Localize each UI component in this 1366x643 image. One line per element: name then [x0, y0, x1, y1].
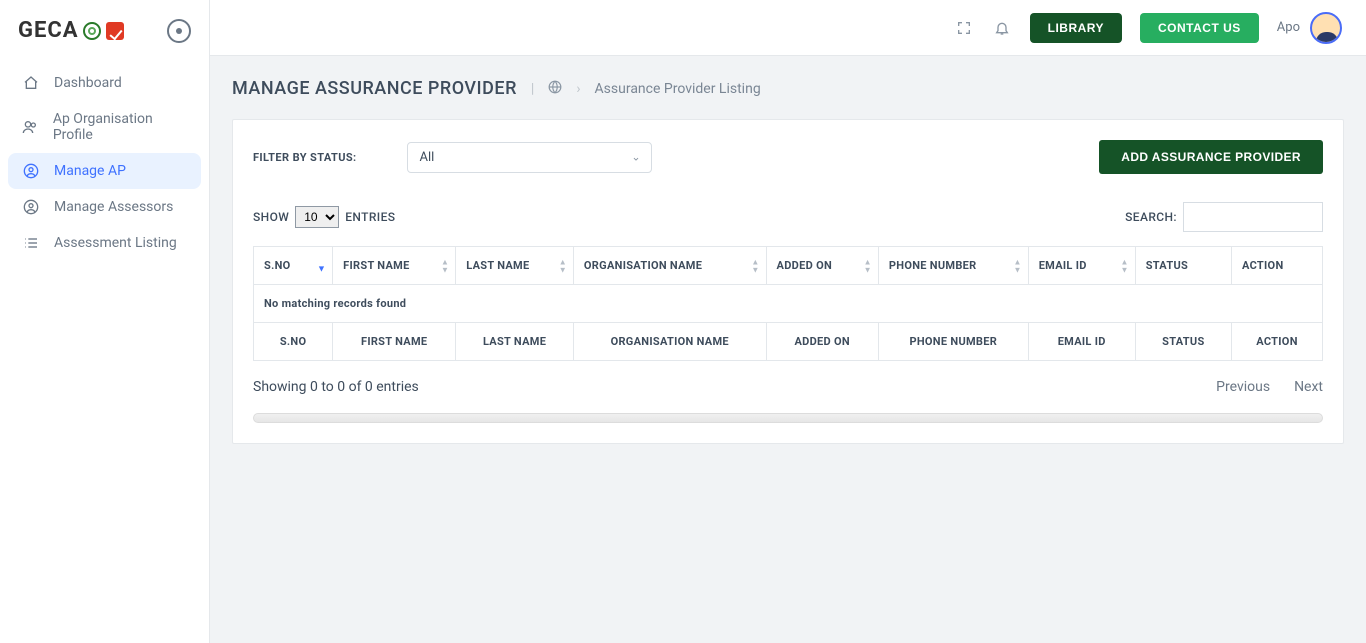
- table-info: Showing 0 to 0 of 0 entries: [253, 379, 419, 395]
- filter-row: FILTER BY STATUS: All ⌄ ADD ASSURANCE PR…: [253, 140, 1323, 174]
- contact-us-button[interactable]: CONTACT US: [1140, 13, 1259, 43]
- list-icon: [22, 235, 40, 251]
- next-page[interactable]: Next: [1294, 379, 1323, 395]
- table-header-row: S.NO▲▼ FIRST NAME▲▼ LAST NAME▲▼ ORGANISA…: [254, 247, 1323, 285]
- sidebar-item-assessment-listing[interactable]: Assessment Listing: [8, 225, 201, 261]
- foot-phone: PHONE NUMBER: [878, 323, 1028, 361]
- sidebar-item-label: Manage AP: [54, 163, 126, 179]
- sidebar-item-label: Assessment Listing: [54, 235, 177, 251]
- show-entries: SHOW 10 ENTRIES: [253, 206, 395, 228]
- status-filter-select[interactable]: All ⌄: [407, 142, 652, 173]
- col-email[interactable]: EMAIL ID▲▼: [1028, 247, 1135, 285]
- table-footer-row: S.NO FIRST NAME LAST NAME ORGANISATION N…: [254, 323, 1323, 361]
- empty-message: No matching records found: [254, 285, 1323, 323]
- search-input[interactable]: [1183, 202, 1323, 232]
- foot-first: FIRST NAME: [333, 323, 456, 361]
- sidebar-item-label: Manage Assessors: [54, 199, 173, 215]
- chevron-right-icon: ›: [576, 81, 580, 97]
- page-head: MANAGE ASSURANCE PROVIDER | › Assurance …: [232, 78, 1344, 99]
- pagination: Previous Next: [1216, 379, 1323, 395]
- user-circle-icon: [22, 199, 40, 215]
- sidebar-nav: Dashboard Ap Organisation Profile Manage…: [0, 59, 209, 267]
- col-first-name[interactable]: FIRST NAME▲▼: [333, 247, 456, 285]
- show-suffix: ENTRIES: [345, 210, 395, 224]
- content-card: FILTER BY STATUS: All ⌄ ADD ASSURANCE PR…: [232, 119, 1344, 444]
- library-button[interactable]: LIBRARY: [1030, 13, 1122, 43]
- col-status[interactable]: STATUS: [1135, 247, 1231, 285]
- user-menu[interactable]: Apo: [1277, 12, 1342, 44]
- topbar: LIBRARY CONTACT US Apo: [210, 0, 1366, 56]
- foot-org: ORGANISATION NAME: [573, 323, 766, 361]
- logo-row: GECA: [0, 12, 209, 59]
- sidebar-item-ap-org-profile[interactable]: Ap Organisation Profile: [8, 101, 201, 153]
- chevron-down-icon: ⌄: [631, 151, 640, 164]
- sidebar-collapse-button[interactable]: [167, 19, 191, 43]
- sidebar-item-label: Ap Organisation Profile: [53, 111, 187, 143]
- foot-sno: S.NO: [254, 323, 333, 361]
- user-circle-icon: [22, 163, 40, 179]
- col-last-name[interactable]: LAST NAME▲▼: [456, 247, 574, 285]
- col-added-on[interactable]: ADDED ON▲▼: [766, 247, 878, 285]
- sidebar-item-label: Dashboard: [54, 75, 122, 91]
- horizontal-scrollbar[interactable]: [253, 413, 1323, 423]
- status-filter-value: All: [420, 150, 435, 165]
- main: MANAGE ASSURANCE PROVIDER | › Assurance …: [210, 56, 1366, 643]
- foot-last: LAST NAME: [456, 323, 574, 361]
- brand-check-icon: [106, 22, 124, 40]
- col-org-name[interactable]: ORGANISATION NAME▲▼: [573, 247, 766, 285]
- sidebar-item-manage-ap[interactable]: Manage AP: [8, 153, 201, 189]
- user-name: Apo: [1277, 20, 1300, 35]
- brand-logo: GECA: [18, 18, 124, 43]
- avatar: [1310, 12, 1342, 44]
- table-bottom: Showing 0 to 0 of 0 entries Previous Nex…: [253, 379, 1323, 395]
- brand-name: GECA: [18, 18, 79, 43]
- fullscreen-icon[interactable]: [954, 18, 974, 38]
- sidebar: GECA Dashboard Ap Organisation Profile M…: [0, 0, 210, 643]
- col-action: ACTION: [1231, 247, 1322, 285]
- col-sno[interactable]: S.NO▲▼: [254, 247, 333, 285]
- table-empty-row: No matching records found: [254, 285, 1323, 323]
- foot-email: EMAIL ID: [1028, 323, 1135, 361]
- sidebar-item-dashboard[interactable]: Dashboard: [8, 65, 201, 101]
- search-label: SEARCH:: [1125, 210, 1177, 224]
- bell-icon[interactable]: [992, 18, 1012, 38]
- breadcrumb-separator: |: [531, 81, 534, 97]
- sidebar-item-manage-assessors[interactable]: Manage Assessors: [8, 189, 201, 225]
- filter-label: FILTER BY STATUS:: [253, 151, 357, 164]
- breadcrumb-current: Assurance Provider Listing: [595, 81, 761, 97]
- page-title: MANAGE ASSURANCE PROVIDER: [232, 78, 517, 99]
- prev-page[interactable]: Previous: [1216, 379, 1270, 395]
- users-icon: [22, 119, 39, 135]
- entries-select[interactable]: 10: [295, 206, 339, 228]
- col-phone[interactable]: PHONE NUMBER▲▼: [878, 247, 1028, 285]
- add-assurance-provider-button[interactable]: ADD ASSURANCE PROVIDER: [1099, 140, 1323, 174]
- foot-status: STATUS: [1135, 323, 1231, 361]
- show-prefix: SHOW: [253, 210, 289, 224]
- table-controls: SHOW 10 ENTRIES SEARCH:: [253, 202, 1323, 232]
- foot-added: ADDED ON: [766, 323, 878, 361]
- foot-action: ACTION: [1231, 323, 1322, 361]
- table-search: SEARCH:: [1125, 202, 1323, 232]
- assurance-provider-table: S.NO▲▼ FIRST NAME▲▼ LAST NAME▲▼ ORGANISA…: [253, 246, 1323, 361]
- collapse-dot-icon: [176, 28, 182, 34]
- home-icon: [22, 75, 40, 91]
- brand-swirl-icon: [83, 22, 101, 40]
- globe-icon[interactable]: [548, 80, 562, 98]
